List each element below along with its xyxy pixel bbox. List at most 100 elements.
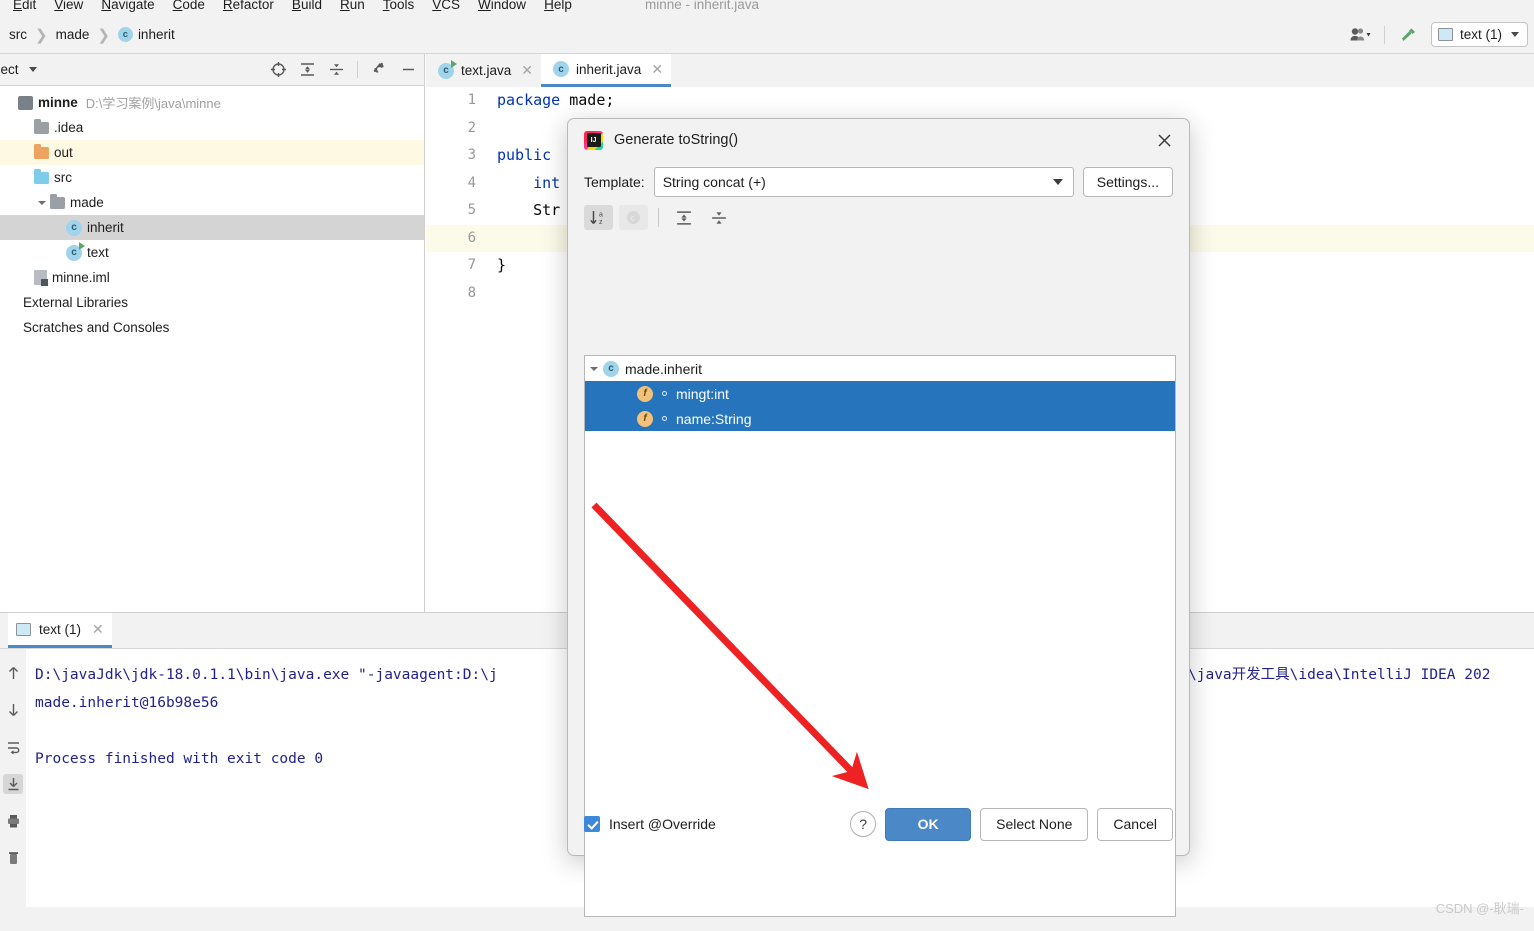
- folder-orange-icon: [34, 143, 49, 159]
- member-row-mingt-int[interactable]: f mingt:int: [585, 381, 1175, 406]
- menu-item-build[interactable]: Build: [283, 0, 331, 16]
- menu-item-edit[interactable]: Edit: [4, 0, 45, 16]
- java-class-icon: c: [117, 27, 133, 42]
- collapse-all-icon[interactable]: [704, 205, 733, 230]
- template-select[interactable]: String concat (+): [653, 167, 1074, 197]
- member-list-toolbar: a z c: [568, 203, 1189, 237]
- tree-item-minne-iml[interactable]: minne.iml: [0, 265, 424, 290]
- expand-all-icon[interactable]: [297, 60, 317, 80]
- editor-tab-inherit-java[interactable]: c inherit.java ✕: [541, 54, 672, 87]
- editor-tab-label: text.java: [461, 63, 512, 78]
- close-icon[interactable]: [1151, 127, 1177, 153]
- tree-item-label: made: [70, 195, 104, 210]
- tree-item-minne[interactable]: minne D:\学习案例\java\minne: [0, 90, 424, 115]
- member-row-name-string[interactable]: f name:String: [585, 406, 1175, 431]
- tree-item-made[interactable]: made: [0, 190, 424, 215]
- help-button[interactable]: ?: [850, 811, 877, 837]
- tree-item-label: .idea: [54, 120, 84, 135]
- dialog-title: Generate toString(): [614, 132, 739, 148]
- line-number: 5: [467, 202, 476, 218]
- svg-text:c: c: [631, 214, 635, 223]
- project-panel-header: oject: [0, 54, 424, 86]
- user-account-icon[interactable]: [1348, 24, 1374, 46]
- breadcrumb-item-inherit[interactable]: c inherit: [115, 25, 178, 44]
- intellij-idea-logo-icon: [584, 130, 603, 150]
- tree-item-scratches-and-consoles[interactable]: Scratches and Consoles: [0, 315, 424, 340]
- print-icon[interactable]: [3, 811, 23, 831]
- menu-item-refactor[interactable]: Refactor: [214, 0, 283, 16]
- close-icon[interactable]: ✕: [92, 621, 104, 638]
- chevron-down-icon[interactable]: [34, 200, 50, 205]
- menu-item-window[interactable]: Window: [469, 0, 535, 16]
- folder-gray-icon: [34, 118, 49, 134]
- settings-button[interactable]: Settings...: [1082, 167, 1173, 197]
- chevron-down-icon[interactable]: [585, 366, 603, 371]
- watermark: CSDN @-耿瑞-: [1435, 901, 1524, 916]
- chevron-down-icon[interactable]: [28, 67, 37, 72]
- tree-item-label: out: [54, 145, 73, 160]
- menu-item-view[interactable]: View: [45, 0, 92, 16]
- tree-item-inherit[interactable]: c inherit: [0, 215, 424, 240]
- line-number: 7: [467, 257, 476, 273]
- chevron-down-icon: [1511, 32, 1519, 37]
- trash-icon[interactable]: [3, 848, 23, 868]
- editor-tab-label: inherit.java: [576, 61, 642, 77]
- generate-tostring-dialog: Generate toString() Template: String con…: [567, 118, 1190, 917]
- menu-bar: Edit View Navigate Code Refactor Build Run Tool…: [0, 0, 1534, 16]
- template-selected-value: String concat (+): [662, 174, 766, 190]
- menu-item-run[interactable]: Run: [331, 0, 374, 16]
- console-line-overflow: \java开发工具\idea\IntelliJ IDEA 202: [1188, 667, 1491, 683]
- folder-package-icon: [50, 193, 65, 209]
- tree-item-out[interactable]: out: [0, 140, 424, 165]
- line-number: 1: [467, 92, 476, 108]
- code-line: package made;: [497, 91, 615, 109]
- collapse-all-icon[interactable]: [326, 60, 346, 80]
- close-icon[interactable]: ✕: [521, 62, 533, 79]
- tree-item-src[interactable]: src: [0, 165, 424, 190]
- project-root-icon: [18, 95, 33, 110]
- tree-item-label: minne.iml: [52, 270, 110, 285]
- tree-item-label: inherit: [87, 220, 124, 235]
- editor-tab-text-java[interactable]: c text.java ✕: [426, 54, 542, 87]
- menu-item-help[interactable]: Help: [535, 0, 581, 16]
- breadcrumb-separator: ❯: [35, 26, 48, 44]
- breadcrumb-item-made[interactable]: made: [53, 25, 93, 44]
- expand-all-icon[interactable]: [669, 205, 698, 230]
- member-row-made-inherit[interactable]: c made.inherit: [585, 356, 1175, 381]
- hide-icon[interactable]: [398, 60, 418, 80]
- java-class-runnable-icon: c: [438, 59, 457, 79]
- sort-alphabetically-icon[interactable]: a z: [584, 205, 613, 230]
- breadcrumb-item-src[interactable]: src: [6, 25, 30, 44]
- iml-module-icon: [34, 270, 48, 286]
- tree-item--idea[interactable]: .idea: [0, 115, 424, 140]
- soft-wrap-icon[interactable]: [3, 737, 23, 757]
- tree-item-external-libraries[interactable]: External Libraries: [0, 290, 424, 315]
- breadcrumb-separator: ❯: [97, 26, 110, 44]
- console-tab-text[interactable]: text (1) ✕: [8, 613, 112, 648]
- line-number: 2: [467, 119, 476, 136]
- menu-item-code[interactable]: Code: [164, 0, 214, 16]
- tree-item-label: External Libraries: [23, 295, 129, 310]
- java-class-icon: c: [553, 61, 570, 77]
- member-label: name:String: [676, 410, 752, 427]
- gear-icon[interactable]: [369, 60, 389, 80]
- down-arrow-icon[interactable]: [3, 700, 23, 720]
- console-toolbar: [0, 649, 26, 908]
- scroll-to-end-icon[interactable]: [3, 774, 23, 794]
- locate-target-icon[interactable]: [268, 60, 288, 80]
- close-icon[interactable]: ✕: [651, 61, 663, 78]
- build-hammer-icon[interactable]: [1395, 24, 1421, 46]
- show-class-fields-icon: c: [619, 205, 648, 230]
- editor-tab-bar: c text.java ✕ c inherit.java ✕: [426, 54, 1534, 87]
- tree-item-text[interactable]: c text: [0, 240, 424, 265]
- up-arrow-icon[interactable]: [3, 663, 23, 683]
- cancel-button[interactable]: Cancel: [1097, 807, 1173, 841]
- select-none-button[interactable]: Select None: [980, 807, 1089, 841]
- insert-override-checkbox[interactable]: Insert @Override: [584, 816, 716, 832]
- ok-button[interactable]: OK: [885, 807, 972, 841]
- menu-item-vcs[interactable]: VCS: [423, 0, 469, 16]
- run-configuration-selector[interactable]: text (1): [1430, 22, 1528, 47]
- menu-item-navigate[interactable]: Navigate: [92, 0, 163, 16]
- svg-text:z: z: [599, 219, 603, 226]
- menu-item-tools[interactable]: Tools: [374, 0, 424, 16]
